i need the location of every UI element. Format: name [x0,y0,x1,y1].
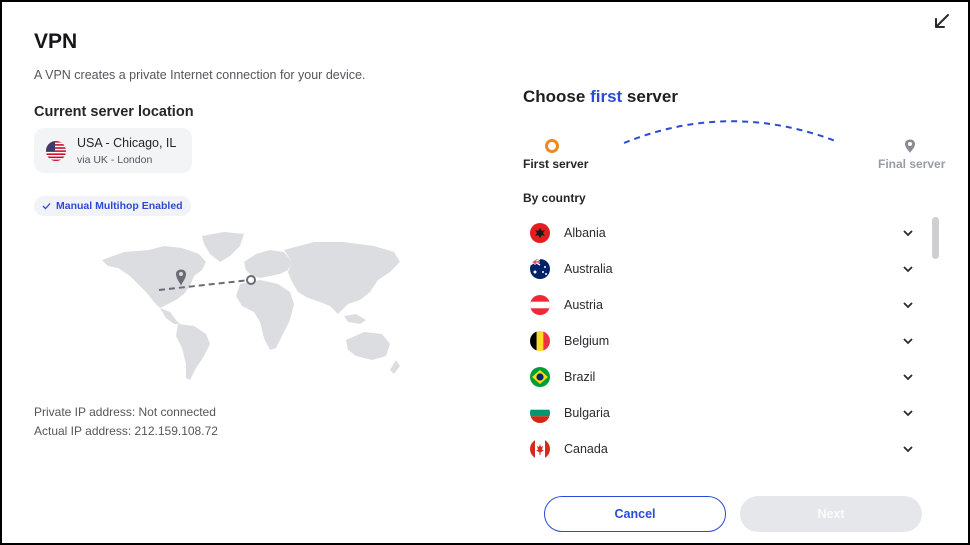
country-row-albania[interactable]: Albania [523,215,918,251]
austria-flag-icon [530,295,550,315]
chevron-down-icon[interactable] [903,265,913,273]
step-first-server: First server [523,157,589,171]
vpn-window: VPN A VPN creates a private Internet con… [0,0,970,545]
first-server-ring-icon [545,139,559,153]
country-name: Brazil [564,370,596,384]
country-list: Albania Australia Austria Belgium Brazil… [523,215,923,467]
albania-flag-icon [530,223,550,243]
current-location-name: USA - Chicago, IL [77,136,177,150]
page-title: VPN [34,30,78,53]
country-row-brazil[interactable]: Brazil [523,359,918,395]
next-button[interactable]: Next [740,496,922,532]
destination-ring-icon [246,275,256,285]
current-location-card: USA - Chicago, IL via UK - London [34,128,192,173]
country-row-belgium[interactable]: Belgium [523,323,918,359]
current-location-via: via UK - London [77,154,153,166]
chooser-title-suffix: server [622,87,678,106]
belgium-flag-icon [530,331,550,351]
chooser-title: Choose first server [523,87,678,107]
chevron-down-icon[interactable] [903,337,913,345]
country-row-canada[interactable]: Canada [523,431,918,467]
country-name: Australia [564,262,613,276]
us-flag-icon [46,141,66,161]
by-country-heading: By country [523,191,586,205]
brazil-flag-icon [530,367,550,387]
bulgaria-flag-icon [530,403,550,423]
canada-flag-icon [530,439,550,459]
country-name: Belgium [564,334,610,348]
multihop-badge-label: Manual Multihop Enabled [56,200,183,212]
chevron-down-icon[interactable] [903,229,913,237]
private-ip: Private IP address: Not connected [34,405,216,419]
country-name: Albania [564,226,606,240]
check-icon [42,203,51,210]
continents [102,232,400,380]
step-final-server: Final server [878,157,946,171]
country-row-bulgaria[interactable]: Bulgaria [523,395,918,431]
chooser-title-prefix: Choose [523,87,591,106]
country-name: Bulgaria [564,406,610,420]
chevron-down-icon[interactable] [903,445,913,453]
arrow-down-left-icon[interactable] [932,12,952,32]
country-list-scrollbar[interactable] [932,217,939,259]
chevron-down-icon[interactable] [903,373,913,381]
chevron-down-icon[interactable] [903,301,913,309]
multihop-badge: Manual Multihop Enabled [34,196,191,216]
country-name: Austria [564,298,603,312]
country-row-austria[interactable]: Austria [523,287,918,323]
world-map [102,232,400,380]
cancel-button[interactable]: Cancel [544,496,726,532]
country-name: Canada [564,442,608,456]
final-server-pin-icon [905,139,915,153]
page-description: A VPN creates a private Internet connect… [34,68,366,82]
chevron-down-icon[interactable] [903,409,913,417]
step-connector-arc [623,120,839,144]
actual-ip: Actual IP address: 212.159.108.72 [34,424,218,438]
country-row-australia[interactable]: Australia [523,251,918,287]
chooser-title-accent: first [590,87,623,106]
australia-flag-icon [530,259,550,279]
current-location-heading: Current server location [34,104,194,120]
